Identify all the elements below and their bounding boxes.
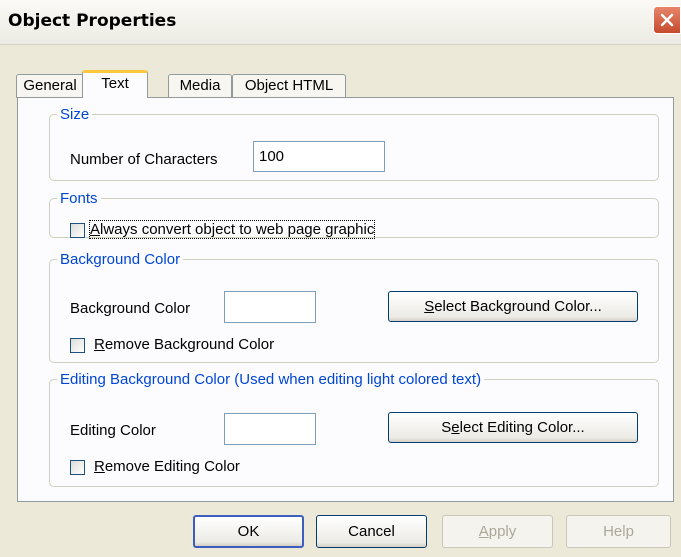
editing-background-color-group: Editing Background Color (Used when edit…: [49, 371, 659, 487]
help-button[interactable]: Help: [566, 515, 671, 548]
tab-text[interactable]: Text: [82, 70, 148, 98]
ok-button[interactable]: OK: [193, 515, 304, 548]
editing-color-label: Editing Color: [70, 422, 156, 439]
number-of-characters-input[interactable]: 100: [253, 141, 385, 172]
fonts-group: Fonts Always convert object to web page …: [49, 190, 659, 239]
always-convert-checkbox[interactable]: [70, 223, 85, 238]
title-bar[interactable]: Object Properties: [0, 0, 681, 45]
always-convert-accel: A: [90, 221, 101, 238]
remove-background-color-label[interactable]: Remove Background Color: [94, 336, 274, 353]
select-background-color-button[interactable]: Select Background Color...: [388, 291, 638, 322]
remove-editing-color-checkbox[interactable]: [70, 460, 85, 475]
apply-button[interactable]: Apply: [442, 515, 553, 548]
select-editing-color-button[interactable]: Select Editing Color...: [388, 412, 638, 443]
tab-media-label: Media: [179, 77, 221, 94]
fonts-group-legend: Fonts: [60, 190, 98, 207]
select-editing-color-pre: S: [441, 419, 452, 436]
background-color-label: Background Color: [70, 300, 191, 317]
background-color-group-legend: Background Color: [60, 251, 181, 268]
background-color-group: Background Color Background Color Select…: [49, 251, 659, 363]
size-group: Size Number of Characters 100: [49, 106, 659, 181]
select-editing-color-text: lect Editing Color...: [459, 419, 585, 436]
tab-general-label: General: [23, 77, 77, 94]
always-convert-label[interactable]: Always convert object to web page graphi…: [88, 220, 376, 239]
always-convert-text: lways convert object to web page graphic: [100, 221, 375, 238]
tab-object-html-label: Object HTML: [244, 77, 334, 94]
remove-editing-color-accel: R: [94, 458, 105, 475]
apply-text: pply: [488, 523, 517, 540]
close-button[interactable]: [653, 6, 681, 34]
apply-accel: A: [478, 523, 489, 540]
background-color-swatch: [224, 291, 316, 323]
tab-media[interactable]: Media: [168, 74, 232, 98]
remove-background-color-accel: R: [94, 336, 105, 353]
remove-background-color-checkbox[interactable]: [70, 338, 85, 353]
number-of-characters-label: Number of Characters: [70, 151, 218, 168]
editing-background-color-group-legend: Editing Background Color (Used when edit…: [60, 371, 482, 388]
tab-object-html[interactable]: Object HTML: [232, 74, 346, 98]
tab-panel: Size Number of Characters 100 Fonts Alwa…: [17, 97, 674, 502]
remove-editing-color-label[interactable]: Remove Editing Color: [94, 458, 240, 475]
select-background-color-accel: S: [424, 298, 435, 315]
size-group-legend: Size: [60, 106, 90, 123]
select-editing-color-accel: e: [451, 419, 460, 436]
window-title: Object Properties: [8, 11, 177, 31]
select-background-color-text: elect Background Color...: [434, 298, 602, 315]
cancel-button[interactable]: Cancel: [316, 515, 427, 548]
remove-background-color-text: emove Background Color: [104, 336, 275, 353]
editing-color-swatch: [224, 413, 316, 445]
tab-general[interactable]: General: [16, 74, 84, 98]
remove-editing-color-text: emove Editing Color: [104, 458, 240, 475]
tab-text-label: Text: [101, 75, 129, 92]
